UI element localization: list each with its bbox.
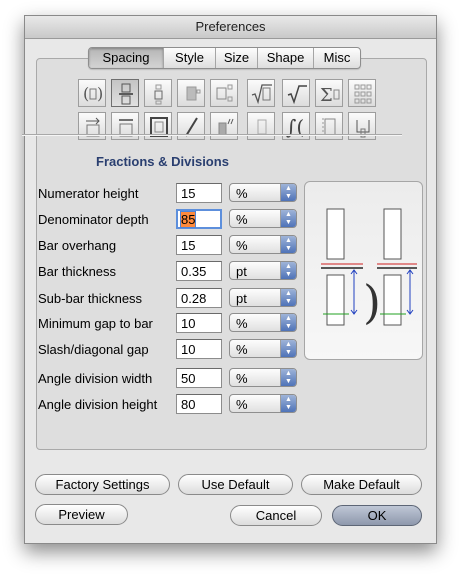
- stepper-arrows-icon: ▲ ▼: [280, 369, 296, 386]
- divider: [22, 134, 402, 136]
- unit-select[interactable]: pt ▲ ▼: [229, 261, 297, 280]
- stepper-arrows-icon: ▲ ▼: [280, 184, 296, 201]
- unit-select[interactable]: % ▲ ▼: [229, 209, 297, 228]
- stepper-arrows-icon: ▲ ▼: [280, 340, 296, 357]
- subscript-icon[interactable]: [144, 79, 172, 107]
- stepper-arrows-icon: ▲ ▼: [280, 289, 296, 306]
- svg-text:(: (: [83, 84, 89, 103]
- unit-select[interactable]: % ▲ ▼: [229, 235, 297, 254]
- field-value: 85: [181, 212, 196, 227]
- denominator-depth-input[interactable]: 85: [176, 209, 222, 229]
- fraction-diagram: ): [321, 208, 417, 329]
- tabular-icon[interactable]: [177, 79, 205, 107]
- angle-height-input[interactable]: 80: [176, 394, 222, 414]
- tab-misc[interactable]: Misc: [314, 48, 360, 68]
- tab-bar: Spacing Style Size Shape Misc: [88, 47, 361, 69]
- field-value: 0.28: [181, 291, 207, 306]
- field-label: Numerator height: [38, 186, 139, 201]
- summation-icon[interactable]: Σ: [315, 79, 343, 107]
- unit-value: %: [236, 316, 248, 331]
- use-default-button[interactable]: Use Default: [178, 474, 293, 495]
- tab-spacing[interactable]: Spacing: [89, 48, 164, 68]
- stepper-arrows-icon: ▲ ▼: [280, 236, 296, 253]
- stepper-arrows-icon: ▲ ▼: [280, 395, 296, 412]
- ok-button[interactable]: OK: [332, 505, 422, 526]
- tab-style[interactable]: Style: [164, 48, 216, 68]
- unit-value: %: [236, 238, 248, 253]
- field-label: Bar overhang: [38, 238, 117, 253]
- radical-small-icon[interactable]: [282, 79, 310, 107]
- angle-width-input[interactable]: 50: [176, 368, 222, 388]
- unit-select[interactable]: % ▲ ▼: [229, 394, 297, 413]
- field-label: Slash/diagonal gap: [38, 342, 149, 357]
- field-value: 15: [181, 186, 196, 201]
- sub-bar-thickness-input[interactable]: 0.28: [176, 288, 222, 308]
- make-default-button[interactable]: Make Default: [301, 474, 422, 495]
- unit-value: %: [236, 212, 248, 227]
- svg-text:): ): [363, 275, 381, 329]
- field-value: 50: [181, 371, 196, 386]
- unit-value: %: [236, 371, 248, 386]
- unit-select[interactable]: pt ▲ ▼: [229, 288, 297, 307]
- matrix-column-icon[interactable]: [210, 79, 238, 107]
- unit-select[interactable]: % ▲ ▼: [229, 339, 297, 358]
- cancel-button[interactable]: Cancel: [230, 505, 322, 526]
- field-label: Sub-bar thickness: [38, 291, 143, 306]
- field-value: 10: [181, 316, 196, 331]
- bar-thickness-input[interactable]: 0.35: [176, 261, 222, 281]
- unit-select[interactable]: % ▲ ▼: [229, 183, 297, 202]
- field-value: 15: [181, 238, 196, 253]
- field-label: Bar thickness: [38, 264, 117, 279]
- section-title: Fractions & Divisions: [96, 154, 229, 169]
- svg-text:Σ: Σ: [320, 85, 333, 106]
- tab-shape[interactable]: Shape: [258, 48, 314, 68]
- unit-select[interactable]: % ▲ ▼: [229, 368, 297, 387]
- unit-select[interactable]: % ▲ ▼: [229, 313, 297, 332]
- field-value: 80: [181, 397, 196, 412]
- tab-size[interactable]: Size: [216, 48, 258, 68]
- field-label: Angle division width: [38, 371, 153, 386]
- field-label: Angle division height: [38, 397, 158, 412]
- field-label: Minimum gap to bar: [38, 316, 153, 331]
- fraction-preview: ): [304, 181, 423, 360]
- preview-button[interactable]: Preview: [35, 504, 128, 525]
- radical-icon[interactable]: [247, 79, 275, 107]
- field-value: 0.35: [181, 264, 207, 279]
- stepper-arrows-icon: ▲ ▼: [280, 314, 296, 331]
- field-label: Denominator depth: [38, 212, 149, 227]
- unit-value: %: [236, 186, 248, 201]
- minimum-gap-input[interactable]: 10: [176, 313, 222, 333]
- fraction-icon[interactable]: [111, 79, 139, 107]
- grid-icon[interactable]: [348, 79, 376, 107]
- unit-value: pt: [236, 291, 247, 306]
- parentheses-icon[interactable]: (): [78, 79, 106, 107]
- unit-value: %: [236, 342, 248, 357]
- slash-gap-input[interactable]: 10: [176, 339, 222, 359]
- field-value: 10: [181, 342, 196, 357]
- bar-overhang-input[interactable]: 15: [176, 235, 222, 255]
- numerator-height-input[interactable]: 15: [176, 183, 222, 203]
- unit-value: pt: [236, 264, 247, 279]
- stepper-arrows-icon: ▲ ▼: [280, 262, 296, 279]
- stepper-arrows-icon: ▲ ▼: [280, 210, 296, 227]
- factory-settings-button[interactable]: Factory Settings: [35, 474, 170, 495]
- unit-value: %: [236, 397, 248, 412]
- svg-text:): ): [97, 84, 103, 103]
- window-title: Preferences: [25, 16, 436, 39]
